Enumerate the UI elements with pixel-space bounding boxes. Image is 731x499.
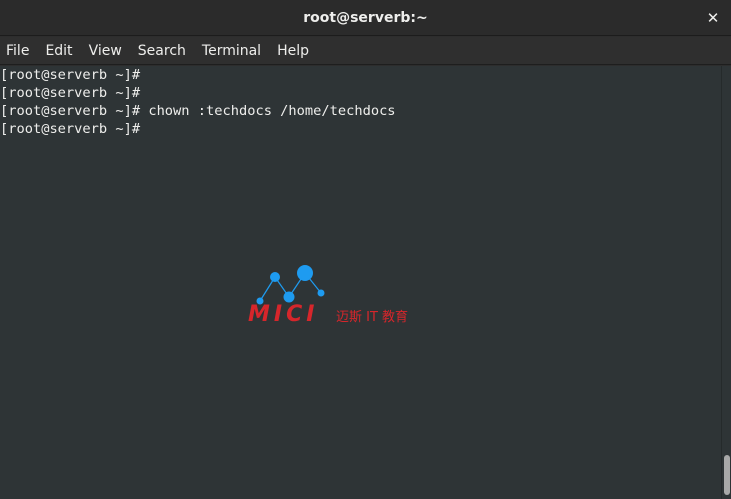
menu-search[interactable]: Search [138, 38, 186, 64]
terminal-line: [root@serverb ~]# [0, 67, 141, 83]
node-icon [297, 265, 313, 281]
menu-bar: File Edit View Search Terminal Help [0, 37, 731, 65]
terminal-line: [root@serverb ~]# chown :techdocs /home/… [0, 103, 396, 119]
terminal-window: root@serverb:~ ✕ File Edit View Search T… [0, 0, 731, 499]
close-button[interactable]: ✕ [703, 8, 723, 28]
watermark-logo: MICI 迈斯 IT 教育 [248, 262, 423, 327]
window-title: root@serverb:~ [303, 10, 428, 26]
menu-file[interactable]: File [6, 38, 29, 64]
title-bar[interactable]: root@serverb:~ ✕ [0, 0, 731, 36]
node-icon [283, 291, 295, 303]
scrollbar-thumb[interactable] [724, 455, 730, 495]
watermark-logo-text: MICI [248, 302, 318, 327]
node-icon [270, 272, 280, 282]
terminal-output[interactable]: [root@serverb ~]# [root@serverb ~]# [roo… [0, 66, 721, 499]
menu-terminal[interactable]: Terminal [202, 38, 261, 64]
menu-view[interactable]: View [89, 38, 122, 64]
node-icon [317, 289, 325, 297]
terminal-line: [root@serverb ~]# [0, 121, 141, 137]
watermark-caption: 迈斯 IT 教育 [336, 310, 409, 325]
close-icon: ✕ [706, 9, 720, 27]
menu-help[interactable]: Help [277, 38, 309, 64]
terminal-line: [root@serverb ~]# [0, 85, 141, 101]
menu-edit[interactable]: Edit [45, 38, 72, 64]
vertical-scrollbar[interactable] [721, 66, 731, 499]
